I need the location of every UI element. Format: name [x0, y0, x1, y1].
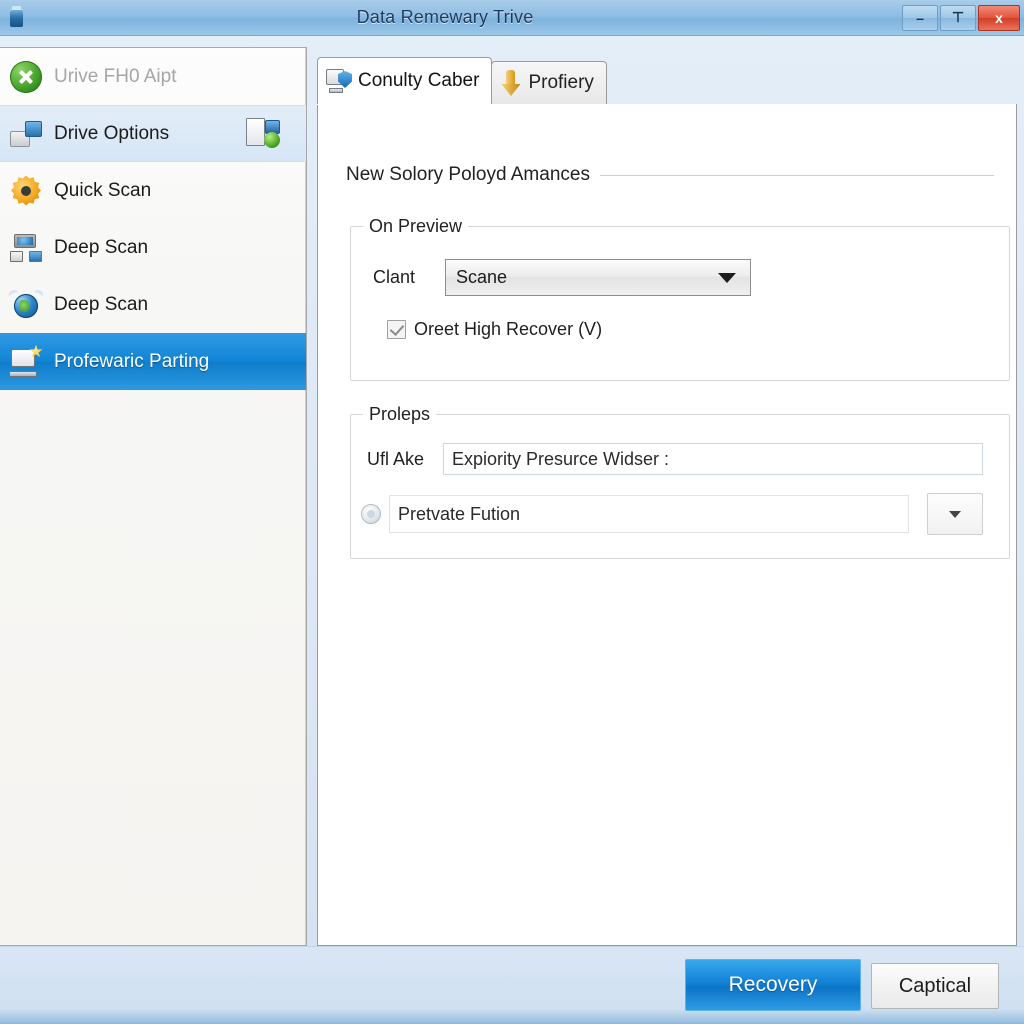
application-window: Data Remewary Trive – ⊤ x Urive FH0 Aipt…: [0, 0, 1024, 1024]
monitor-star-icon: [6, 342, 46, 382]
sidebar-item-deep-scan[interactable]: Deep Scan: [0, 219, 306, 276]
path-label: Ufl Ake: [367, 448, 425, 469]
client-dropdown[interactable]: Scane: [445, 259, 751, 296]
overwrite-checkbox[interactable]: [387, 320, 406, 339]
network-monitor-icon: [6, 228, 46, 268]
orange-gear-icon: [6, 171, 46, 211]
sidebar-item-label: Deep Scan: [54, 293, 149, 315]
monitor-shield-icon: [326, 68, 352, 94]
sidebar-item-deep-scan-network[interactable]: Deep Scan: [0, 276, 306, 333]
sidebar-item-drive-assign[interactable]: Urive FH0 Aipt: [0, 48, 306, 105]
combo-label: Clant: [373, 267, 416, 287]
maximize-button[interactable]: ⊤: [940, 4, 976, 31]
blue-globe-icon: [6, 285, 46, 325]
tab-label: Conulty Caber: [358, 70, 480, 91]
group-title: Proleps: [363, 404, 437, 425]
section-header-rule: [599, 174, 994, 176]
tab-profiery[interactable]: Profiery: [491, 61, 607, 104]
sidebar-item-profewaric-parting[interactable]: Profewaric Parting: [0, 333, 306, 390]
checkbox-label: Oreet High Recover (V): [414, 319, 603, 339]
circle-button-icon[interactable]: [361, 504, 381, 524]
chevron-down-icon: [949, 510, 961, 518]
checkbox-row[interactable]: Oreet High Recover (V): [387, 319, 602, 340]
function-row: Pretvate Fution: [361, 493, 983, 535]
window-controls: – ⊤ x: [900, 3, 1020, 33]
tab-panel: New Solory Poloyd Amances On Preview Cla…: [317, 104, 1017, 946]
drive-pair-icon: [6, 114, 46, 154]
close-button[interactable]: x: [978, 4, 1020, 31]
sidebar-item-label: Profewaric Parting: [54, 350, 210, 372]
sidebar-item-quick-scan[interactable]: Quick Scan: [0, 162, 306, 219]
sidebar-item-label: Deep Scan: [54, 236, 149, 258]
minimize-button[interactable]: –: [902, 4, 938, 31]
sidebar-item-label: Urive FH0 Aipt: [54, 65, 177, 87]
section-header-label: New Solory Poloyd Amances: [346, 164, 590, 185]
chevron-down-icon: [718, 272, 736, 283]
drive-icon: [2, 4, 30, 32]
document-network-icon: [246, 117, 280, 150]
gold-arrow-icon: [500, 70, 522, 96]
sidebar-item-drive-options[interactable]: Drive Options: [0, 105, 306, 162]
tab-conulty-caber[interactable]: Conulty Caber: [317, 57, 493, 104]
client-dropdown-value: Scane: [456, 267, 508, 287]
path-row: Ufl Ake Expiority Presurce Widser :: [367, 443, 983, 475]
tab-label: Profiery: [528, 72, 594, 93]
group-proleps: Proleps Ufl Ake Expiority Presurce Widse…: [350, 404, 1010, 559]
group-title: On Preview: [363, 216, 469, 237]
footer-bar: Recovery Captical: [0, 946, 1024, 1024]
combo-row: Clant Scane: [373, 259, 751, 296]
recovery-button[interactable]: Recovery: [685, 959, 861, 1011]
tab-strip: Conulty Caber Profiery: [317, 57, 1017, 105]
sidebar: Urive FH0 Aipt Drive Options Quick Scan …: [0, 47, 307, 946]
function-input[interactable]: Pretvate Fution: [389, 495, 909, 533]
section-header: New Solory Poloyd Amances: [346, 164, 994, 186]
group-on-preview: On Preview Clant Scane Oreet High Recove…: [350, 216, 1010, 381]
path-input[interactable]: Expiority Presurce Widser :: [443, 443, 983, 475]
function-dropdown-button[interactable]: [927, 493, 983, 535]
sidebar-item-label: Drive Options: [54, 122, 170, 144]
cancel-button[interactable]: Captical: [871, 963, 999, 1009]
content-area: Conulty Caber Profiery New Solory Poloyd…: [317, 57, 1017, 946]
sidebar-item-label: Quick Scan: [54, 179, 152, 201]
title-bar: Data Remewary Trive – ⊤ x: [0, 0, 1024, 36]
green-x-circle-icon: [6, 57, 46, 97]
window-title: Data Remewary Trive: [356, 7, 534, 27]
